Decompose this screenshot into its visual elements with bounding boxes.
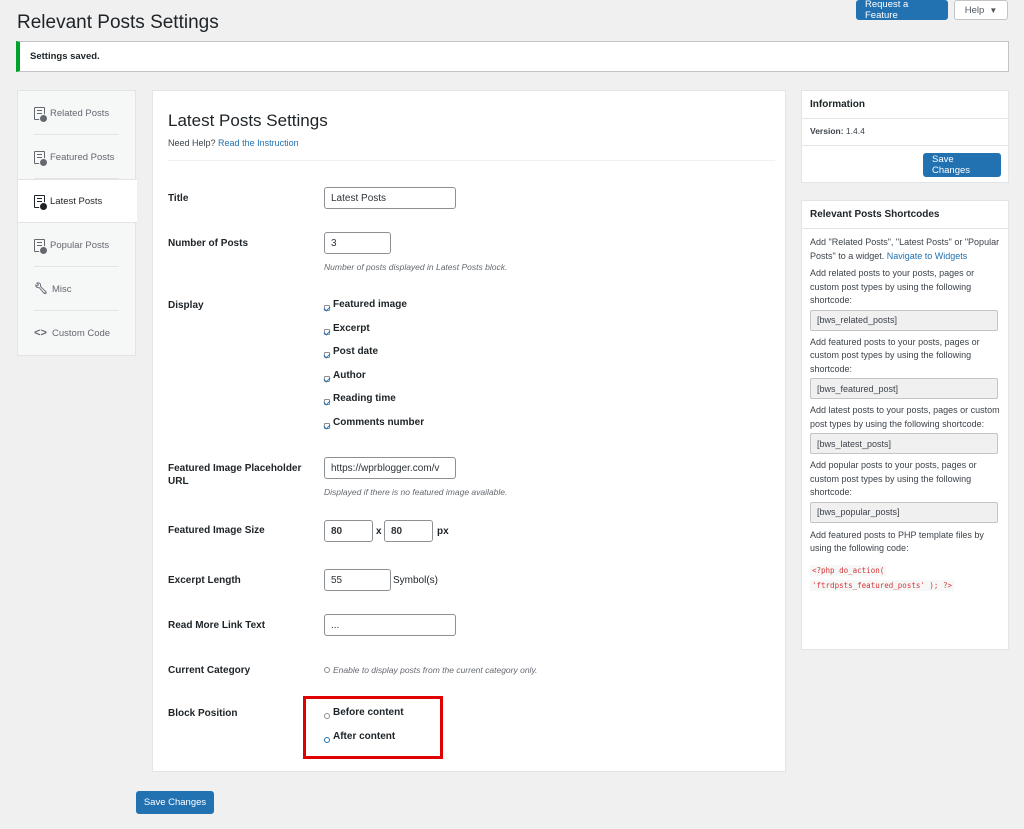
- placeholder-url-input[interactable]: https://wprblogger.com/v: [324, 457, 456, 479]
- divider: [802, 144, 1008, 146]
- image-width-input[interactable]: 80: [324, 520, 373, 542]
- checkbox-label: Comments number: [333, 417, 425, 428]
- current-category-description: Enable to display posts from the current…: [333, 665, 538, 675]
- shortcodes-box: Relevant Posts Shortcodes Add "Related P…: [801, 200, 1009, 650]
- latest-shortcode-field[interactable]: [bws_latest_posts]: [810, 433, 998, 454]
- nav-item-misc[interactable]: 🔧︎ Misc: [18, 267, 135, 311]
- need-help: Need Help? Read the Instruction: [168, 138, 299, 148]
- featured-posts-icon: [34, 150, 48, 167]
- shortcodes-intro: Add "Related Posts", "Latest Posts" or "…: [810, 236, 1000, 263]
- nav-item-related-posts[interactable]: Related Posts: [18, 91, 135, 135]
- latest-posts-icon: [34, 194, 48, 211]
- request-feature-button[interactable]: Request a Feature: [856, 0, 948, 21]
- block-position-highlight: [303, 696, 443, 759]
- placeholder-url-description: Displayed if there is no featured image …: [324, 487, 508, 497]
- help-label: Help: [964, 4, 985, 16]
- checkbox[interactable]: [324, 398, 330, 405]
- featured-shortcode-field[interactable]: [bws_featured_post]: [810, 378, 998, 399]
- nav-label: Featured Posts: [50, 151, 115, 163]
- nav-label: Popular Posts: [50, 239, 110, 251]
- checkbox[interactable]: [324, 351, 330, 358]
- php-description: Add featured posts to PHP template files…: [810, 529, 984, 554]
- version-value: 1.4.4: [845, 126, 865, 136]
- checkbox-label: Post date: [333, 346, 379, 357]
- checkbox-label: Author: [333, 370, 366, 381]
- placeholder-url-label: Featured Image Placeholder URL: [168, 463, 302, 487]
- current-category-label: Current Category: [168, 665, 251, 676]
- panel-heading: Latest Posts Settings: [168, 111, 328, 130]
- related-description: Add related posts to your posts, pages o…: [810, 268, 975, 305]
- notice-text: Settings saved.: [30, 51, 100, 62]
- display-reading-time-checkbox[interactable]: Reading time: [324, 393, 396, 405]
- popular-description: Add popular posts to your posts, pages o…: [810, 460, 977, 497]
- shortcodes-title: Relevant Posts Shortcodes: [810, 209, 940, 220]
- size-separator: x: [376, 526, 382, 537]
- settings-saved-notice: Settings saved.: [16, 41, 1009, 72]
- popular-posts-icon: [34, 238, 48, 255]
- settings-nav: Related Posts Featured Posts Latest Post…: [17, 90, 137, 356]
- nav-label: Custom Code: [52, 327, 111, 339]
- checkbox-label: Reading time: [333, 393, 396, 404]
- featured-description: Add featured posts to your posts, pages …: [810, 336, 980, 374]
- read-instruction-link[interactable]: Read the Instruction: [218, 138, 299, 148]
- nav-item-featured-posts[interactable]: Featured Posts: [18, 135, 135, 179]
- php-code-line-1: <?php do_action(: [810, 564, 887, 576]
- checkbox[interactable]: [324, 667, 330, 673]
- related-posts-icon: [34, 106, 48, 123]
- image-height-input[interactable]: 80: [384, 520, 433, 542]
- excerpt-length-label: Excerpt Length: [168, 575, 241, 586]
- code-icon: <>: [34, 326, 47, 339]
- size-unit: px: [437, 526, 449, 537]
- save-changes-button[interactable]: Save Changes: [136, 791, 214, 814]
- block-position-label: Block Position: [168, 708, 238, 719]
- checkbox[interactable]: [324, 328, 330, 335]
- checkbox[interactable]: [324, 422, 330, 429]
- number-of-posts-description: Number of posts displayed in Latest Post…: [324, 262, 508, 272]
- information-box: Information Version: 1.4.4 Save Changes: [801, 90, 1009, 183]
- number-of-posts-label: Number of Posts: [168, 238, 249, 249]
- display-excerpt-checkbox[interactable]: Excerpt: [324, 323, 370, 335]
- checkbox-label: Excerpt: [333, 323, 370, 334]
- latest-description: Add latest posts to your posts, pages or…: [810, 405, 1000, 429]
- title-label: Title: [168, 193, 189, 204]
- nav-item-latest-posts[interactable]: Latest Posts: [18, 179, 137, 223]
- php-code-line-2: 'ftrdpsts_featured_posts' ); ?>: [810, 579, 954, 591]
- nav-item-custom-code[interactable]: <> Custom Code: [18, 311, 135, 355]
- caret-down-icon: ▼: [989, 5, 998, 15]
- display-author-checkbox[interactable]: Author: [324, 370, 366, 382]
- display-featured-image-checkbox[interactable]: Featured image: [324, 299, 407, 311]
- nav-label: Misc: [52, 283, 72, 295]
- title-input[interactable]: Latest Posts: [324, 187, 456, 209]
- display-post-date-checkbox[interactable]: Post date: [324, 346, 379, 358]
- page-title: Relevant Posts Settings: [17, 12, 219, 33]
- version-line: Version: 1.4.4: [802, 119, 1008, 139]
- version-label: Version:: [810, 126, 844, 136]
- excerpt-length-input[interactable]: 55: [324, 569, 391, 591]
- nav-item-popular-posts[interactable]: Popular Posts: [18, 223, 135, 267]
- checkbox[interactable]: [324, 304, 330, 311]
- information-title: Information: [810, 99, 865, 110]
- featured-image-size-label: Featured Image Size: [168, 525, 265, 536]
- nav-label: Latest Posts: [50, 195, 103, 207]
- display-label: Display: [168, 300, 204, 311]
- wrench-icon: 🔧︎: [34, 282, 48, 295]
- checkbox[interactable]: [324, 375, 330, 382]
- navigate-to-widgets-link[interactable]: Navigate to Widgets: [887, 251, 968, 261]
- latest-posts-settings-panel: Latest Posts Settings Need Help? Read th…: [152, 90, 786, 772]
- current-category-checkbox[interactable]: Enable to display posts from the current…: [324, 665, 537, 675]
- sidebar-save-changes-button[interactable]: Save Changes: [923, 153, 1001, 177]
- checkbox-label: Featured image: [333, 299, 407, 310]
- popular-shortcode-field[interactable]: [bws_popular_posts]: [810, 501, 998, 523]
- display-comments-number-checkbox[interactable]: Comments number: [324, 417, 425, 429]
- php-code-snippet[interactable]: <?php do_action( 'ftrdpsts_featured_post…: [810, 563, 1000, 593]
- divider: [168, 160, 775, 161]
- read-more-input[interactable]: ...: [324, 614, 456, 636]
- number-of-posts-input[interactable]: 3: [324, 232, 391, 254]
- nav-label: Related Posts: [50, 107, 110, 119]
- help-button[interactable]: Help ▼: [954, 0, 1008, 20]
- read-more-label: Read More Link Text: [168, 620, 266, 631]
- excerpt-unit: Symbol(s): [393, 575, 439, 586]
- related-shortcode-field[interactable]: [bws_related_posts]: [810, 309, 998, 331]
- need-help-text: Need Help?: [168, 138, 216, 148]
